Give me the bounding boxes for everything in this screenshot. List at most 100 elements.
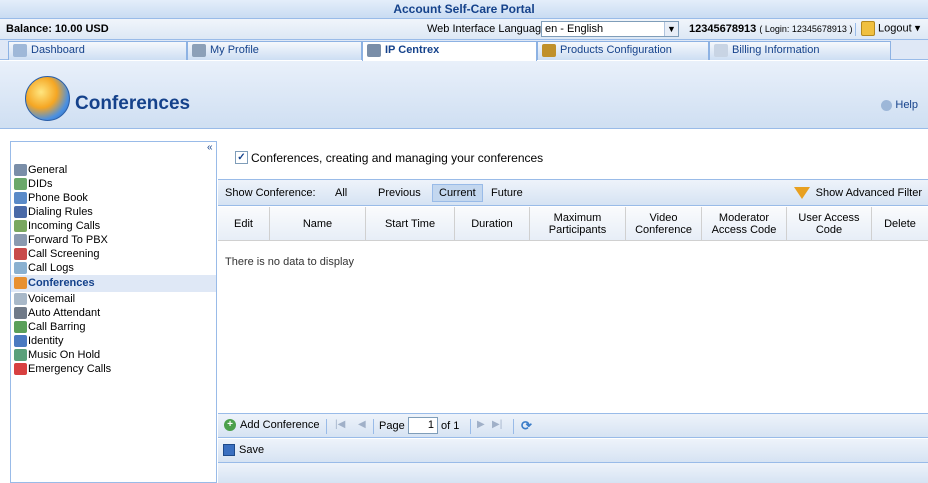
advanced-filter-label: Show Advanced Filter	[815, 187, 922, 200]
sidebar-item-label: Music On Hold	[28, 349, 101, 361]
pagination-bar: + Add Conference |◀ ◀ Page 1 of 1 ▶ ▶| ⟳	[218, 413, 928, 438]
grid-header: Edit Name Start Time Duration Maximum Pa…	[218, 207, 928, 241]
sidebar-item-auto-attendant[interactable]: Auto Attendant	[11, 306, 216, 320]
add-conference-button[interactable]: + Add Conference	[224, 419, 320, 432]
sidebar-item-general[interactable]: General	[11, 163, 216, 177]
logout-button[interactable]: Logout ▾	[861, 21, 920, 36]
dashboard-icon	[13, 44, 27, 57]
filter-previous-button[interactable]: Previous	[371, 184, 428, 202]
save-bar: Save	[218, 439, 928, 463]
page-input[interactable]: 1	[408, 417, 438, 434]
call-screening-icon	[14, 248, 27, 260]
sidebar-item-forward-to-pbx[interactable]: Forward To PBX	[11, 233, 216, 247]
refresh-icon[interactable]: ⟳	[521, 418, 532, 434]
sidebar-item-voicemail[interactable]: Voicemail	[11, 292, 216, 306]
sidebar-item-call-barring[interactable]: Call Barring	[11, 320, 216, 334]
first-page-icon[interactable]: |◀	[335, 419, 345, 430]
filter-all-button[interactable]: All	[328, 184, 354, 202]
tab-label: Billing Information	[732, 44, 820, 56]
sidebar-item-label: Emergency Calls	[28, 363, 112, 375]
footer-bar	[218, 463, 928, 483]
prev-page-icon[interactable]: ◀	[358, 419, 366, 430]
sidebar-item-label: DIDs	[28, 178, 53, 190]
sidebar-item-label: Identity	[28, 335, 64, 347]
app-title: Account Self-Care Portal	[0, 0, 928, 19]
music-icon	[14, 349, 27, 361]
column-name[interactable]: Name	[270, 207, 366, 240]
dialing-rules-icon	[14, 206, 27, 218]
column-start-time[interactable]: Start Time	[366, 207, 455, 240]
conferences-icon	[14, 277, 27, 289]
filter-future-button[interactable]: Future	[484, 184, 530, 202]
call-logs-icon	[14, 262, 27, 274]
sidebar-item-label: Dialing Rules	[28, 206, 93, 218]
advanced-filter-button[interactable]: Show Advanced Filter	[793, 184, 922, 202]
help-button[interactable]: Help	[881, 99, 918, 111]
tab-products-configuration[interactable]: Products Configuration	[537, 41, 709, 60]
filter-icon	[793, 187, 810, 200]
account-info: 12345678913 ( Login: 12345678913 )	[689, 23, 852, 35]
sidebar-menu: General DIDs Phone Book Dialing Rules In…	[11, 163, 216, 376]
save-label: Save	[239, 444, 265, 457]
sidebar-item-music-on-hold[interactable]: Music On Hold	[11, 348, 216, 362]
sidebar-item-call-logs[interactable]: Call Logs	[11, 261, 216, 275]
sidebar-item-label: Incoming Calls	[28, 220, 101, 232]
identity-icon	[14, 335, 27, 347]
pbx-icon	[14, 234, 27, 246]
conferences-icon	[25, 76, 70, 121]
sidebar-item-label: Call Barring	[28, 321, 86, 333]
sidebar-item-phone-book[interactable]: Phone Book	[11, 191, 216, 205]
section-checkbox-row[interactable]: ✓ Conferences, creating and managing your…	[235, 150, 543, 165]
sidebar-item-dialing-rules[interactable]: Dialing Rules	[11, 205, 216, 219]
section-checkbox-label: Conferences, creating and managing your …	[251, 150, 544, 165]
tab-billing-information[interactable]: Billing Information	[709, 41, 891, 60]
sidebar-item-call-screening[interactable]: Call Screening	[11, 247, 216, 261]
tab-dashboard[interactable]: Dashboard	[8, 41, 187, 60]
last-page-icon[interactable]: ▶|	[492, 419, 502, 430]
gear-icon	[14, 164, 27, 176]
sidebar-item-label: Call Screening	[28, 248, 100, 260]
incoming-calls-icon	[14, 220, 27, 232]
help-label: Help	[895, 99, 918, 111]
tab-label: Products Configuration	[560, 44, 672, 56]
sidebar-item-emergency-calls[interactable]: Emergency Calls	[11, 362, 216, 376]
products-icon	[542, 44, 556, 57]
sidebar-item-identity[interactable]: Identity	[11, 334, 216, 348]
auto-attendant-icon	[14, 307, 27, 319]
billing-icon	[714, 44, 728, 57]
tab-my-profile[interactable]: My Profile	[187, 41, 362, 60]
divider	[470, 419, 471, 434]
empty-grid-message: There is no data to display	[225, 256, 355, 268]
add-conference-label: Add Conference	[240, 419, 320, 432]
tab-label: IP Centrex	[385, 44, 440, 56]
filter-current-button[interactable]: Current	[432, 184, 483, 202]
page-header: Conferences Help	[0, 61, 928, 129]
chevron-down-icon: ▾	[914, 22, 921, 35]
sidebar-item-label: Conferences	[28, 277, 95, 289]
column-edit[interactable]: Edit	[218, 207, 270, 240]
collapse-icon[interactable]: «	[207, 143, 217, 154]
main-tabs: Dashboard My Profile IP Centrex Products…	[0, 40, 928, 61]
divider	[855, 23, 856, 36]
sidebar-item-incoming-calls[interactable]: Incoming Calls	[11, 219, 216, 233]
column-delete[interactable]: Delete	[872, 207, 928, 240]
grid-toolbar: Show Conference: All Previous Current Fu…	[218, 180, 928, 206]
next-page-icon[interactable]: ▶	[477, 419, 485, 430]
dids-icon	[14, 178, 27, 190]
column-max-participants[interactable]: Maximum Participants	[530, 207, 626, 240]
emergency-icon	[14, 363, 27, 375]
language-select[interactable]: en - English ▼	[541, 21, 679, 37]
profile-icon	[192, 44, 206, 57]
column-user-access-code[interactable]: User Access Code	[787, 207, 872, 240]
tab-label: Dashboard	[31, 44, 85, 56]
column-video-conference[interactable]: Video Conference	[626, 207, 702, 240]
divider	[373, 419, 374, 434]
sidebar-item-conferences[interactable]: Conferences	[11, 275, 216, 292]
column-duration[interactable]: Duration	[455, 207, 530, 240]
sidebar-item-dids[interactable]: DIDs	[11, 177, 216, 191]
page-count: of 1	[441, 420, 460, 432]
section-checkbox[interactable]: ✓	[235, 151, 248, 165]
tab-ip-centrex[interactable]: IP Centrex	[362, 41, 537, 61]
column-moderator-access-code[interactable]: Moderator Access Code	[702, 207, 787, 240]
save-button[interactable]: Save	[223, 444, 265, 457]
